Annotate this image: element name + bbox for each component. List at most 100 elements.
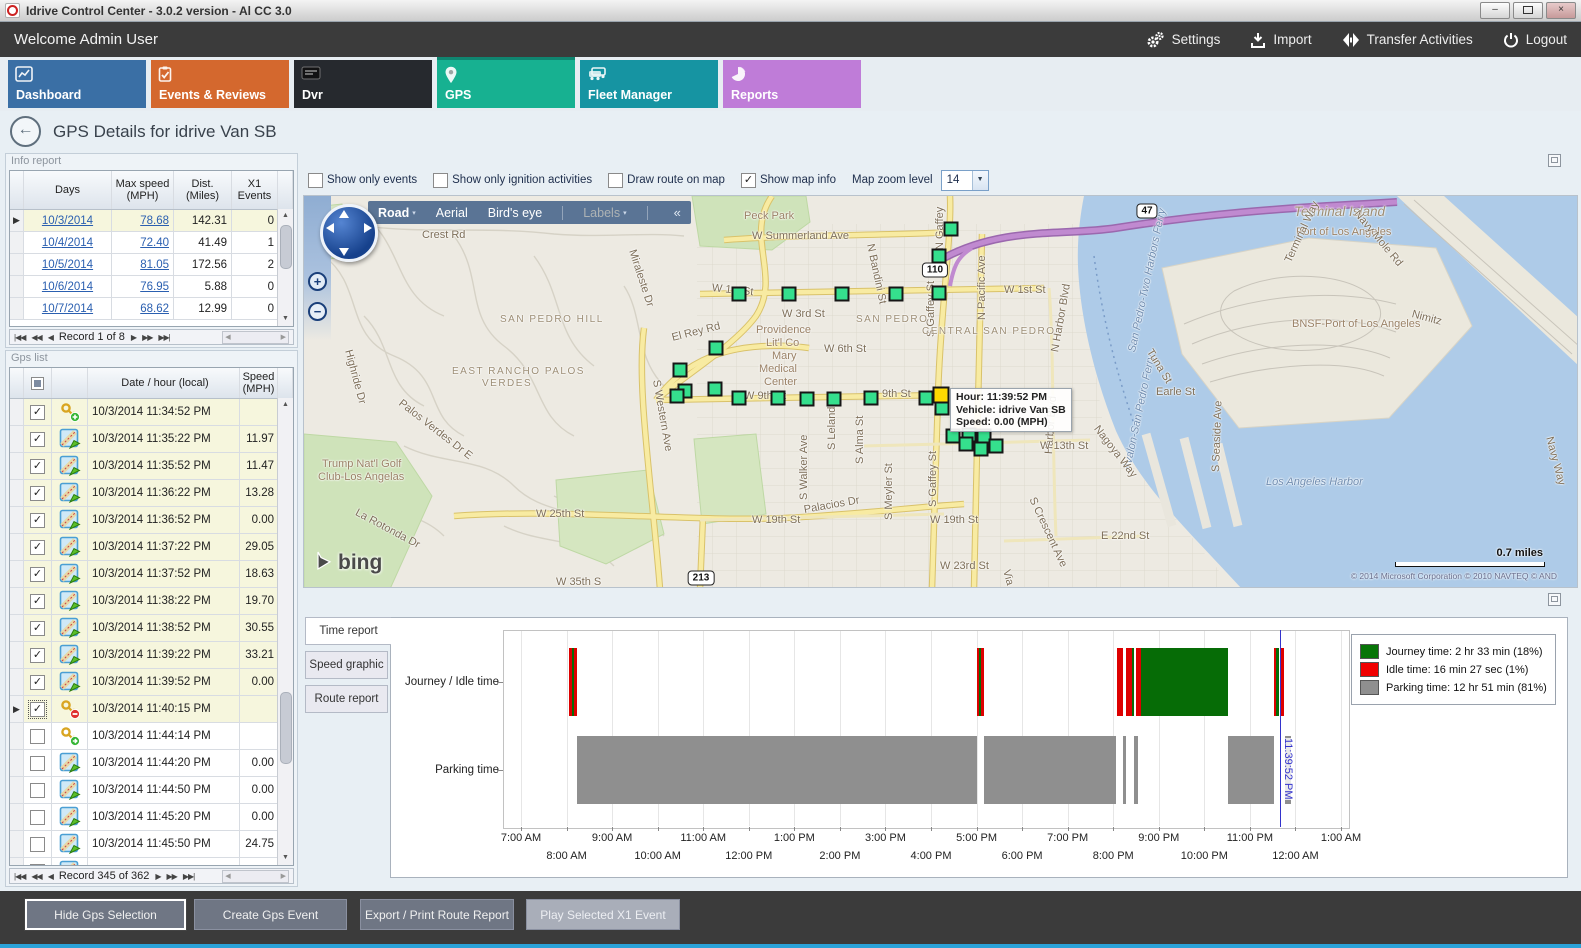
gps-row[interactable]: ✓10/3/2014 11:39:22 PM33.21 — [10, 642, 293, 669]
gps-row[interactable]: ▶✓10/3/2014 11:40:15 PM — [10, 696, 293, 723]
row-checkbox[interactable] — [30, 756, 45, 771]
map-style-aerial[interactable]: Aerial — [436, 206, 468, 220]
tab-dashboard[interactable]: Dashboard — [8, 60, 146, 108]
pan-up-arrow-icon[interactable] — [339, 210, 349, 218]
column-header-days[interactable]: Days — [24, 171, 112, 209]
zoom-out-button[interactable]: − — [308, 302, 327, 321]
last-record-button[interactable]: ▶▶| — [183, 872, 194, 881]
gps-point-marker[interactable] — [932, 249, 947, 264]
next-record-button[interactable]: ▶ — [155, 872, 160, 881]
last-record-button[interactable]: ▶▶| — [158, 333, 169, 342]
gps-row[interactable]: ✓10/3/2014 11:37:22 PM29.05 — [10, 534, 293, 561]
transfer-activities-action[interactable]: Transfer Activities — [1342, 32, 1473, 48]
create-gps-event-button[interactable]: Create Gps Event — [194, 899, 347, 930]
row-checkbox[interactable]: ✓ — [30, 702, 45, 717]
table-row[interactable]: ▶10/3/201478.68142.310 — [10, 210, 293, 232]
report-tab-route-report[interactable]: Route report — [305, 685, 388, 713]
gps-row[interactable]: 10/3/2014 11:46:20 PM17.93 — [10, 858, 293, 866]
gps-point-marker[interactable] — [732, 391, 747, 406]
gps-row[interactable]: ✓10/3/2014 11:38:22 PM19.70 — [10, 588, 293, 615]
gps-point-marker[interactable] — [670, 389, 685, 404]
tab-events-reviews[interactable]: Events & Reviews — [151, 60, 289, 108]
row-checkbox[interactable] — [30, 864, 45, 867]
export-print-route-report-button[interactable]: Export / Print Route Report — [360, 899, 514, 930]
row-checkbox[interactable]: ✓ — [30, 648, 45, 663]
selected-point-marker[interactable] — [933, 387, 950, 404]
first-record-button[interactable]: |◀◀ — [14, 333, 25, 342]
next-record-button[interactable]: ▶ — [131, 333, 136, 342]
checkbox-icon[interactable] — [433, 173, 448, 188]
max-speed-link[interactable]: 78.68 — [140, 215, 169, 227]
row-checkbox[interactable] — [30, 810, 45, 825]
gps-point-marker[interactable] — [800, 392, 815, 407]
zoom-in-button[interactable]: + — [308, 272, 327, 291]
table-row[interactable]: 10/5/201481.05172.562 — [10, 254, 293, 276]
report-tab-speed-graphic[interactable]: Speed graphic — [305, 651, 388, 679]
column-header-x1-events[interactable]: X1 Events — [232, 171, 278, 209]
row-checkbox[interactable] — [30, 729, 45, 744]
row-checkbox[interactable]: ✓ — [30, 567, 45, 582]
row-checkbox[interactable]: ✓ — [30, 675, 45, 690]
row-checkbox[interactable] — [30, 783, 45, 798]
option-show-only-events[interactable]: Show only events — [308, 173, 417, 188]
option-draw-route-on-map[interactable]: Draw route on map — [608, 173, 725, 188]
pan-down-arrow-icon[interactable] — [339, 248, 349, 256]
next-page-button[interactable]: ▶▶ — [167, 872, 177, 881]
row-checkbox[interactable]: ✓ — [30, 432, 45, 447]
column-header-speed-mph[interactable]: Speed (MPH) — [240, 368, 278, 398]
gps-row[interactable]: 10/3/2014 11:44:20 PM0.00 — [10, 750, 293, 777]
prev-record-button[interactable]: ◀ — [48, 872, 53, 881]
report-tab-time-report[interactable]: Time report — [305, 617, 391, 645]
gps-point-marker[interactable] — [732, 287, 747, 302]
gps-point-marker[interactable] — [827, 392, 842, 407]
pan-right-arrow-icon[interactable] — [364, 223, 372, 233]
map-canvas[interactable]: SouthfieldCrest RdMiraleste DrPeck ParkW… — [303, 195, 1578, 588]
scroll-thumb[interactable] — [280, 692, 292, 764]
hide-gps-selection-button[interactable]: Hide Gps Selection — [25, 899, 186, 930]
prev-page-button[interactable]: ◀◀ — [31, 872, 41, 881]
horizontal-scrollbar[interactable]: ◀▶ — [222, 870, 289, 883]
maximize-button[interactable] — [1513, 2, 1543, 19]
option-show-only-ignition-activities[interactable]: Show only ignition activities — [433, 173, 592, 188]
settings-action[interactable]: Settings — [1145, 31, 1221, 49]
select-all-checkbox[interactable] — [24, 368, 52, 398]
gps-row[interactable]: ✓10/3/2014 11:34:52 PM — [10, 399, 293, 426]
scroll-down-icon[interactable]: ▼ — [278, 851, 293, 865]
map-style-road[interactable]: Road▾ — [378, 206, 416, 220]
gps-point-marker[interactable] — [864, 391, 879, 406]
scroll-up-icon[interactable]: ▲ — [278, 209, 293, 223]
checkbox-icon[interactable] — [608, 173, 623, 188]
import-action[interactable]: Import — [1250, 32, 1311, 48]
minimize-button[interactable]: – — [1480, 2, 1510, 19]
gps-point-marker[interactable] — [919, 391, 934, 406]
day-link[interactable]: 10/7/2014 — [42, 303, 93, 315]
prev-record-button[interactable]: ◀ — [48, 333, 53, 342]
gps-row[interactable]: ✓10/3/2014 11:37:52 PM18.63 — [10, 561, 293, 588]
gps-point-marker[interactable] — [782, 287, 797, 302]
back-button[interactable]: ← — [10, 116, 41, 147]
column-header-max-speed-mph[interactable]: Max speed (MPH) — [112, 171, 174, 209]
day-link[interactable]: 10/6/2014 — [42, 281, 93, 293]
table-row[interactable]: 10/4/201472.4041.491 — [10, 232, 293, 254]
gps-point-marker[interactable] — [959, 437, 974, 452]
gps-point-marker[interactable] — [771, 391, 786, 406]
row-checkbox[interactable]: ✓ — [30, 540, 45, 555]
tab-dvr[interactable]: Dvr — [294, 60, 432, 108]
horizontal-scrollbar[interactable]: ◀▶ — [222, 331, 289, 344]
max-speed-link[interactable]: 76.95 — [140, 281, 169, 293]
gps-row[interactable]: 10/3/2014 11:45:20 PM0.00 — [10, 804, 293, 831]
map-nav-collapse-button[interactable]: « — [674, 205, 681, 220]
gps-row[interactable]: 10/3/2014 11:44:50 PM0.00 — [10, 777, 293, 804]
gps-row[interactable]: ✓10/3/2014 11:35:22 PM11.97 — [10, 426, 293, 453]
gps-point-marker[interactable] — [889, 287, 904, 302]
column-header-dist-miles[interactable]: Dist. (Miles) — [174, 171, 232, 209]
pan-left-arrow-icon[interactable] — [326, 223, 334, 233]
scroll-up-icon[interactable]: ▲ — [278, 398, 293, 412]
logout-action[interactable]: Logout — [1503, 32, 1567, 48]
gps-row[interactable]: ✓10/3/2014 11:35:52 PM11.47 — [10, 453, 293, 480]
column-header-date-hour-local[interactable]: Date / hour (local) — [88, 368, 240, 398]
row-checkbox[interactable]: ✓ — [30, 405, 45, 420]
max-speed-link[interactable]: 68.62 — [140, 303, 169, 315]
checkbox-icon[interactable] — [308, 173, 323, 188]
day-link[interactable]: 10/4/2014 — [42, 237, 93, 249]
